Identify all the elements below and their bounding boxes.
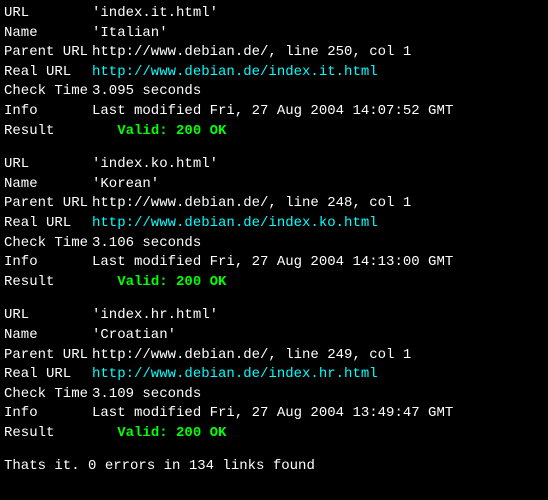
output-row: Name'Korean' xyxy=(4,175,544,195)
field-label: Real URL xyxy=(4,63,92,83)
output-row: Check Time3.106 seconds xyxy=(4,234,544,254)
field-label: Parent URL xyxy=(4,43,92,63)
field-value: http://www.debian.de/, line 249, col 1 xyxy=(92,346,411,366)
field-label: Check Time xyxy=(4,82,92,102)
output-row: Parent URLhttp://www.debian.de/, line 25… xyxy=(4,43,544,63)
field-value: 'index.ko.html' xyxy=(92,155,218,175)
field-label: Name xyxy=(4,326,92,346)
field-value: Last modified Fri, 27 Aug 2004 13:49:47 … xyxy=(92,404,453,424)
output-row: Check Time3.095 seconds xyxy=(4,82,544,102)
field-label: Info xyxy=(4,102,92,122)
field-label: Real URL xyxy=(4,214,92,234)
field-value: 'index.hr.html' xyxy=(92,306,218,326)
field-label: URL xyxy=(4,306,92,326)
output-row: InfoLast modified Fri, 27 Aug 2004 13:49… xyxy=(4,404,544,424)
field-value: 3.106 seconds xyxy=(92,234,201,254)
field-label: Result xyxy=(4,273,92,293)
field-label: Parent URL xyxy=(4,194,92,214)
field-value: 'Croatian' xyxy=(92,326,176,346)
output-row: Name'Italian' xyxy=(4,24,544,44)
field-value: Last modified Fri, 27 Aug 2004 14:07:52 … xyxy=(92,102,453,122)
link-check-entry: URL'index.it.html'Name'Italian'Parent UR… xyxy=(4,4,544,141)
output-row: Check Time3.109 seconds xyxy=(4,385,544,405)
field-value: 'Italian' xyxy=(92,24,168,44)
field-value: http://www.debian.de/, line 250, col 1 xyxy=(92,43,411,63)
field-label: Name xyxy=(4,24,92,44)
field-label: Parent URL xyxy=(4,346,92,366)
field-label: URL xyxy=(4,4,92,24)
field-label: Result xyxy=(4,122,92,142)
link-check-entry: URL'index.hr.html'Name'Croatian'Parent U… xyxy=(4,306,544,443)
output-row: Name'Croatian' xyxy=(4,326,544,346)
field-value: 3.109 seconds xyxy=(92,385,201,405)
result-status: Valid: 200 OK xyxy=(117,424,226,444)
output-row: URL'index.ko.html' xyxy=(4,155,544,175)
output-row: Real URLhttp://www.debian.de/index.ko.ht… xyxy=(4,214,544,234)
field-label: Name xyxy=(4,175,92,195)
output-row: Parent URLhttp://www.debian.de/, line 24… xyxy=(4,346,544,366)
field-value: 'index.it.html' xyxy=(92,4,218,24)
field-value: Last modified Fri, 27 Aug 2004 14:13:00 … xyxy=(92,253,453,273)
output-row: Result Valid: 200 OK xyxy=(4,424,544,444)
output-row: URL'index.hr.html' xyxy=(4,306,544,326)
output-row: InfoLast modified Fri, 27 Aug 2004 14:07… xyxy=(4,102,544,122)
output-row: URL'index.it.html' xyxy=(4,4,544,24)
result-status: Valid: 200 OK xyxy=(117,273,226,293)
field-label: Result xyxy=(4,424,92,444)
output-row: Result Valid: 200 OK xyxy=(4,122,544,142)
field-label: Info xyxy=(4,253,92,273)
terminal-output: URL'index.it.html'Name'Italian'Parent UR… xyxy=(4,4,544,477)
field-label: Check Time xyxy=(4,234,92,254)
summary-line: Thats it. 0 errors in 134 links found xyxy=(4,457,544,477)
field-value: http://www.debian.de/, line 248, col 1 xyxy=(92,194,411,214)
result-status: Valid: 200 OK xyxy=(117,122,226,142)
field-value: 'Korean' xyxy=(92,175,159,195)
output-row: Real URLhttp://www.debian.de/index.hr.ht… xyxy=(4,365,544,385)
output-row: Real URLhttp://www.debian.de/index.it.ht… xyxy=(4,63,544,83)
field-label: URL xyxy=(4,155,92,175)
field-label: Check Time xyxy=(4,385,92,405)
field-label: Real URL xyxy=(4,365,92,385)
field-label: Info xyxy=(4,404,92,424)
output-row: Parent URLhttp://www.debian.de/, line 24… xyxy=(4,194,544,214)
field-value: http://www.debian.de/index.it.html xyxy=(92,63,378,83)
link-check-entry: URL'index.ko.html'Name'Korean'Parent URL… xyxy=(4,155,544,292)
field-value: 3.095 seconds xyxy=(92,82,201,102)
output-row: Result Valid: 200 OK xyxy=(4,273,544,293)
field-value: http://www.debian.de/index.ko.html xyxy=(92,214,378,234)
output-row: InfoLast modified Fri, 27 Aug 2004 14:13… xyxy=(4,253,544,273)
field-value: http://www.debian.de/index.hr.html xyxy=(92,365,378,385)
